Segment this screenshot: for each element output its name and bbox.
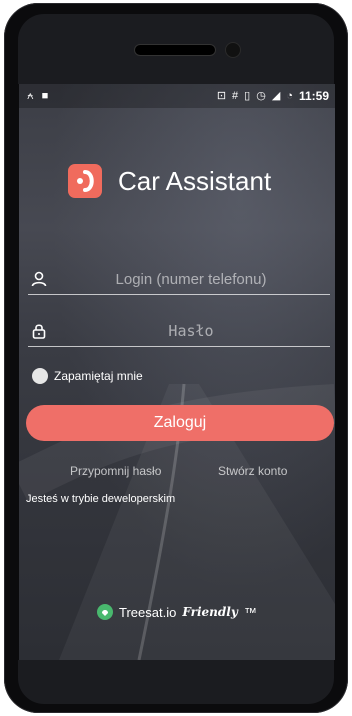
app-header: Car Assistant bbox=[68, 164, 271, 198]
login-field bbox=[28, 264, 330, 295]
alarm-icon: ◷ bbox=[256, 90, 266, 102]
password-input[interactable] bbox=[58, 316, 324, 346]
cat-icon: ■ bbox=[41, 90, 49, 102]
lock-icon bbox=[32, 324, 46, 339]
remember-me[interactable]: Zapamiętaj mnie bbox=[32, 368, 143, 384]
remember-label: Zapamiętaj mnie bbox=[54, 369, 143, 383]
login-input[interactable] bbox=[58, 264, 324, 294]
phone-bottom-bezel bbox=[18, 660, 334, 704]
cast-icon: ⊡ bbox=[216, 90, 227, 102]
brand-friendly: Friendly bbox=[182, 605, 238, 619]
remind-password-link[interactable]: Przypomnij hasło bbox=[70, 464, 161, 478]
earpiece-speaker bbox=[134, 44, 216, 56]
status-time: 11:59 bbox=[298, 89, 329, 103]
car-assistant-logo-icon bbox=[68, 164, 102, 198]
create-account-link[interactable]: Stwórz konto bbox=[218, 464, 287, 478]
password-field bbox=[28, 316, 330, 347]
status-bar: ⍲ ■ ⊡ # ▯ ◷ ◢ ◔ 11:59 bbox=[19, 84, 335, 108]
remember-checkbox[interactable] bbox=[32, 368, 48, 384]
user-icon bbox=[31, 271, 47, 287]
front-camera bbox=[225, 42, 241, 58]
app-screen: ⍲ ■ ⊡ # ▯ ◷ ◢ ◔ 11:59 Car Assistant Logi… bbox=[19, 84, 335, 660]
treesat-branding: Treesat.io Friendly ™ bbox=[97, 604, 257, 620]
app-title: Car Assistant bbox=[118, 165, 272, 196]
notification-icon: ⍲ bbox=[27, 90, 34, 102]
hash-icon: # bbox=[232, 90, 239, 102]
clock-icon: ◔ bbox=[286, 90, 293, 102]
developer-mode-note: Jesteś w trybie deweloperskim bbox=[26, 493, 176, 505]
login-button[interactable]: Zaloguj bbox=[26, 405, 334, 441]
vibrate-icon: ▯ bbox=[244, 90, 251, 102]
brand-text: Treesat.io bbox=[119, 604, 177, 620]
signal-icon: ◢ bbox=[271, 90, 281, 102]
treesat-logo-icon bbox=[97, 604, 113, 620]
brand-trademark: ™ bbox=[243, 604, 257, 620]
